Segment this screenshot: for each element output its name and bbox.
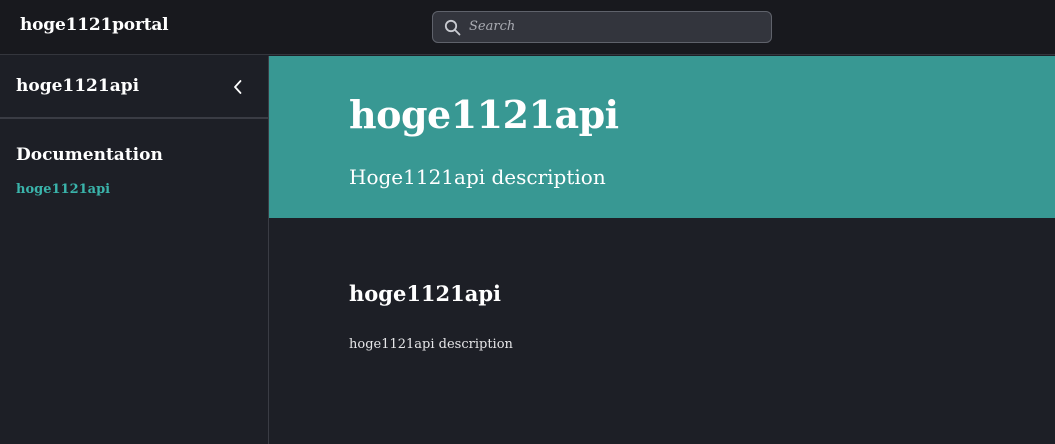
sidebar-title: hoge1121api [16,76,140,96]
documentation-heading: Documentation [16,145,163,165]
api-section-title: hoge1121api [349,281,502,306]
sidebar: hoge1121api Documentation hoge1121api [0,56,269,444]
search-placeholder: Search [469,19,516,34]
page-title: hoge1121api [349,92,619,137]
chevron-left-icon [228,80,248,102]
top-bar: hoge1121portal Search [0,0,1055,55]
hero-banner: hoge1121api Hoge1121api description [269,56,1055,218]
search-box[interactable]: Search [432,11,772,43]
collapse-sidebar-button[interactable] [228,76,248,98]
api-section-description: hoge1121api description [349,337,513,352]
page-subtitle: Hoge1121api description [349,165,606,189]
search-icon [444,19,461,36]
sidebar-item-hoge1121api[interactable]: hoge1121api [16,182,110,197]
portal-brand[interactable]: hoge1121portal [20,15,169,35]
sidebar-header: hoge1121api [0,56,268,119]
